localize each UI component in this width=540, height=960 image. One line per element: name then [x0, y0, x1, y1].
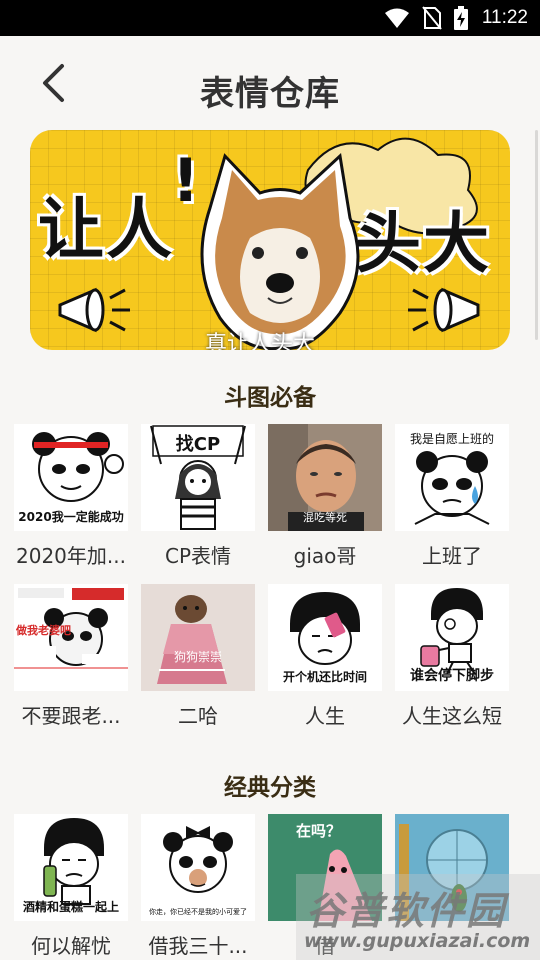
panda-crying-icon — [414, 451, 490, 525]
grid-item[interactable]: 开个机还比时间 人生 — [268, 584, 382, 729]
panda-meme-icon — [32, 432, 124, 502]
thumbnail: 2020我一定能成功 — [14, 424, 128, 531]
thumbnail-caption: 在吗？ — [296, 822, 342, 840]
item-label: 何以解忧 — [31, 934, 111, 958]
dog-dress-icon — [141, 584, 255, 691]
thumbnail-caption: 狗狗崇崇 — [173, 650, 222, 664]
mushroom-head-bottle-icon — [43, 818, 104, 905]
clock: 11:22 — [481, 7, 528, 28]
item-label: 2020年加... — [16, 544, 126, 568]
watermark: 谷普软件园 www.gupuxiazai.com — [296, 874, 540, 960]
thumbnail: 谁会停下脚步 — [395, 584, 509, 691]
thumbnail: 做我老婆吧 — [14, 584, 128, 691]
cartoon-girl-sign-icon — [150, 425, 246, 530]
status-icons: 11:22 — [384, 0, 528, 36]
grid-item[interactable]: 2020我一定能成功 2020年加... — [14, 424, 128, 569]
thumbnail: 你走，你已经不是我的小可爱了 — [141, 814, 255, 921]
megaphone-left-icon — [58, 287, 130, 333]
battery-charging-icon — [453, 6, 468, 30]
thumbnail: 我是自愿上班的 — [395, 424, 509, 531]
app-header: 表情仓库 — [0, 36, 540, 128]
thumbnail-caption: 2020我一定能成功 — [18, 510, 124, 524]
thumbnail: 混吃等死 — [268, 424, 382, 531]
no-sim-icon — [422, 6, 442, 30]
thumbnail-caption: 酒精和蛋糕一起上 — [22, 900, 119, 914]
banner-left-text: 让人 — [38, 191, 174, 268]
section-title-essentials: 斗图必备 — [224, 385, 316, 411]
thumbnail: 狗狗崇崇 — [141, 584, 255, 691]
banner-caption: 真让人头大 — [205, 332, 316, 350]
grid-item[interactable]: 我是自愿上班的 上班了 — [395, 424, 509, 569]
grid-item[interactable]: 你走，你已经不是我的小可爱了 借我三十... — [141, 814, 255, 959]
grid-item[interactable]: 狗狗崇崇 二哈 — [141, 584, 255, 729]
grid-item[interactable]: 做我老婆吧 不要跟老... — [14, 584, 128, 729]
item-label: 借我三十... — [148, 934, 248, 958]
thumbnail-caption: 谁会停下脚步 — [410, 668, 494, 684]
thumbnail-caption: 开个机还比时间 — [282, 670, 367, 684]
mushroom-head-walking-icon — [420, 588, 483, 675]
grid-item[interactable]: 找CP CP表情 — [141, 424, 255, 569]
mushroom-head-phone-icon — [290, 592, 360, 665]
page-title: 表情仓库 — [200, 74, 340, 114]
status-bar: 11:22 — [0, 0, 540, 36]
thumbnail-caption: 你走，你已经不是我的小可爱了 — [149, 908, 247, 916]
panda-bow-icon — [163, 826, 233, 893]
item-label: 人生这么短 — [402, 704, 502, 728]
megaphone-right-icon — [408, 287, 480, 333]
banner[interactable]: 让人 ! 头大 真让人头大 — [30, 130, 510, 350]
thumbnail: 找CP — [141, 424, 255, 531]
wifi-icon — [384, 8, 409, 28]
banner-right-text: 头大 — [355, 205, 491, 282]
watermark-url: www.gupuxiazai.com — [304, 930, 531, 952]
item-label: giao哥 — [293, 544, 357, 568]
shiba-dog-image — [200, 152, 360, 350]
section-title-classic: 经典分类 — [224, 775, 316, 801]
grid-item[interactable]: 混吃等死 giao哥 — [268, 424, 382, 569]
thumbnail-caption: 混吃等死 — [303, 511, 347, 524]
grid-item[interactable]: 酒精和蛋糕一起上 何以解忧 — [14, 814, 128, 959]
item-label: 人生 — [305, 704, 345, 728]
item-label: CP表情 — [164, 544, 232, 568]
item-label: 上班了 — [422, 544, 482, 568]
thumbnail: 酒精和蛋糕一起上 — [14, 814, 128, 921]
scrollbar[interactable] — [535, 130, 538, 340]
thumbnail: 开个机还比时间 — [268, 584, 382, 691]
watermark-text: 谷普软件园 — [306, 889, 507, 933]
thumbnail-caption: 做我老婆吧 — [16, 624, 71, 637]
grid-item[interactable]: 谁会停下脚步 人生这么短 — [395, 584, 509, 729]
item-label: 不要跟老... — [21, 704, 121, 728]
item-label: 二哈 — [178, 704, 218, 728]
